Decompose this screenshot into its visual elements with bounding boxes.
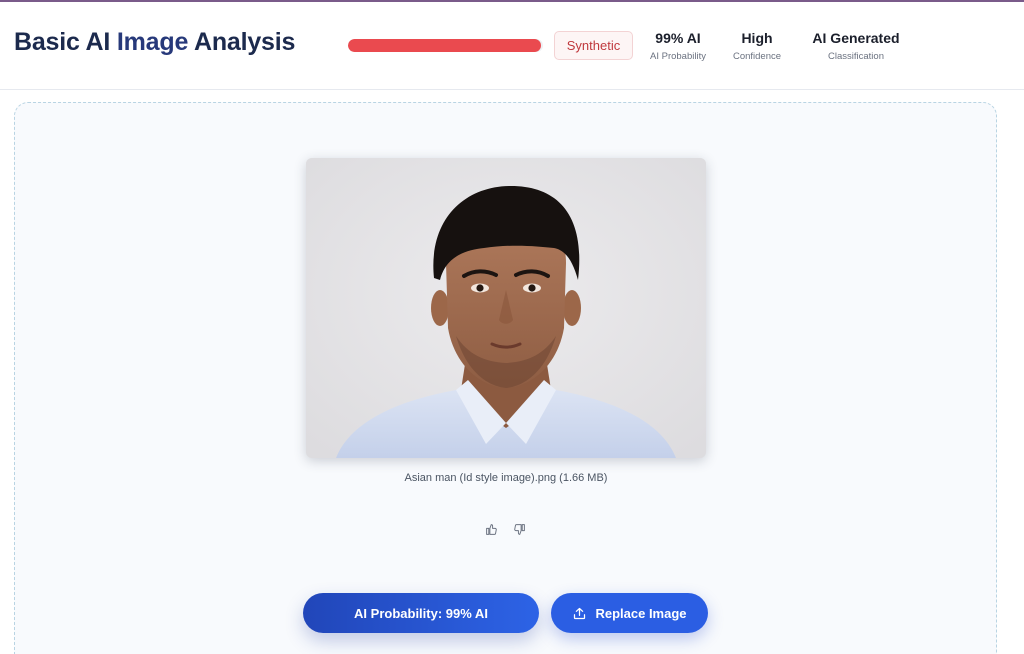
thumbs-down-icon [513,523,525,535]
image-file-caption: Asian man (Id style image).png (1.66 MB) [404,472,608,484]
stat-label: Confidence [732,51,782,62]
thumbs-up-icon [485,523,497,535]
stat-value: 99% AI [655,30,701,46]
title-text-part: Image [116,28,189,56]
replace-image-button[interactable]: Replace Image [551,593,708,633]
thumbs-up-button[interactable] [483,521,499,537]
upload-icon [572,606,587,621]
title-text-part: Analysis [188,28,296,56]
ai-probability-bar [348,39,543,52]
ai-probability-button-label: AI Probability: 99% AI [354,605,488,621]
stat-label: Classification [828,51,884,62]
ai-probability-button[interactable]: AI Probability: 99% AI [303,593,539,633]
analyzed-image [306,158,706,458]
stat-label: AI Probability [650,51,706,62]
stat-value: High [741,30,773,46]
portrait-photo [306,158,706,458]
page-title: Basic AI Image Analysis [14,28,295,57]
title-text-part: Basic AI [14,28,117,56]
stat-confidence: High Confidence [724,30,790,62]
stat-value: AI Generated [812,30,900,46]
verdict-badge: Synthetic [554,31,633,60]
results-header: Basic AI Image Analysis Synthetic 99% AI… [0,2,1024,90]
ai-probability-bar-fill [348,39,542,52]
replace-image-button-label: Replace Image [595,605,687,621]
thumbs-down-button[interactable] [511,521,527,537]
stat-ai-probability: 99% AI AI Probability [642,30,714,62]
stat-classification: AI Generated Classification [800,30,912,62]
